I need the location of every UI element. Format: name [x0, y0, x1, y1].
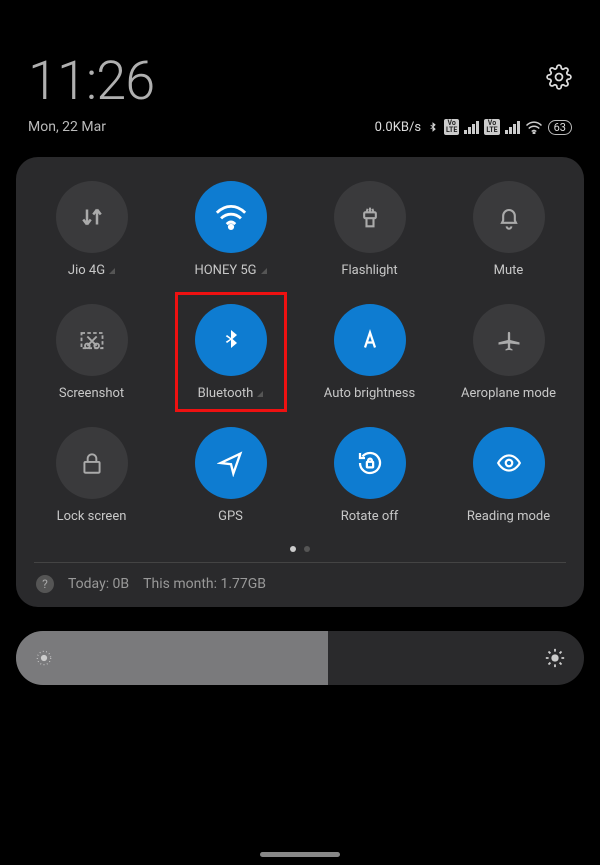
page-dot — [290, 546, 296, 552]
battery-indicator: 63 — [548, 120, 572, 135]
gear-icon — [546, 64, 572, 90]
data-usage-row[interactable]: ? Today: 0B This month: 1.77GB — [22, 571, 578, 597]
rotate-lock-icon — [355, 448, 385, 478]
quick-settings-panel: Jio 4G HONEY 5G Flashlight Mute Screensh… — [16, 157, 584, 607]
info-icon: ? — [36, 575, 54, 593]
tile-label: Mute — [494, 263, 524, 278]
tile-label: Flashlight — [341, 263, 397, 278]
wifi-icon — [214, 203, 248, 231]
tile-reading-mode[interactable]: Reading mode — [439, 427, 578, 524]
tile-label: Jio 4G — [68, 263, 105, 278]
tile-gps[interactable]: GPS — [161, 427, 300, 524]
tile-lock-screen[interactable]: Lock screen — [22, 427, 161, 524]
page-indicator — [22, 546, 578, 552]
tile-rotate[interactable]: Rotate off — [300, 427, 439, 524]
expand-icon — [257, 391, 263, 397]
scissors-icon — [77, 326, 107, 354]
airplane-icon — [494, 326, 524, 354]
tile-label: Lock screen — [57, 509, 127, 524]
brightness-fill — [16, 631, 328, 685]
eye-icon — [493, 450, 525, 476]
page-dot — [304, 546, 310, 552]
brightness-slider[interactable] — [16, 631, 584, 685]
clock-time: 11:26 — [28, 50, 154, 113]
expand-icon — [261, 268, 267, 274]
nav-handle[interactable] — [260, 852, 340, 857]
wifi-icon — [525, 120, 543, 134]
flashlight-icon — [356, 202, 384, 232]
tile-mobile-data[interactable]: Jio 4G — [22, 181, 161, 278]
brightness-low-icon — [34, 648, 54, 668]
navigation-icon — [217, 449, 245, 477]
tile-auto-brightness[interactable]: Auto brightness — [300, 304, 439, 401]
volte-badge-1: VoLTE — [444, 119, 459, 135]
tile-label: Aeroplane mode — [461, 386, 556, 401]
tile-mute[interactable]: Mute — [439, 181, 578, 278]
volte-badge-2: VoLTE — [484, 119, 499, 135]
bluetooth-icon — [219, 324, 243, 356]
bluetooth-icon — [426, 120, 439, 135]
tile-label: Screenshot — [59, 386, 124, 401]
brightness-high-icon — [544, 647, 566, 669]
divider — [34, 562, 566, 563]
tile-label: GPS — [218, 509, 243, 524]
data-arrows-icon — [77, 202, 107, 232]
tile-label: Auto brightness — [324, 386, 415, 401]
expand-icon — [109, 268, 115, 274]
tile-label: Rotate off — [341, 509, 399, 524]
tile-flashlight[interactable]: Flashlight — [300, 181, 439, 278]
lock-icon — [79, 449, 105, 477]
signal-icon-2 — [505, 121, 520, 134]
auto-brightness-icon — [355, 325, 385, 355]
tile-wifi[interactable]: HONEY 5G — [161, 181, 300, 278]
tile-label: HONEY 5G — [194, 263, 256, 278]
date-label: Mon, 22 Mar — [28, 119, 106, 135]
signal-icon-1 — [464, 121, 479, 134]
tile-aeroplane-mode[interactable]: Aeroplane mode — [439, 304, 578, 401]
tile-screenshot[interactable]: Screenshot — [22, 304, 161, 401]
tile-label: Reading mode — [467, 509, 550, 524]
data-month: This month: 1.77GB — [143, 576, 266, 592]
status-bar: 0.0KB/s VoLTE VoLTE 63 — [375, 119, 572, 135]
bell-icon — [495, 202, 523, 232]
data-rate: 0.0KB/s — [375, 120, 421, 135]
tile-label: Bluetooth — [198, 386, 254, 401]
tile-bluetooth[interactable]: Bluetooth — [161, 304, 300, 401]
settings-button[interactable] — [546, 64, 572, 90]
data-today: Today: 0B — [68, 576, 129, 592]
